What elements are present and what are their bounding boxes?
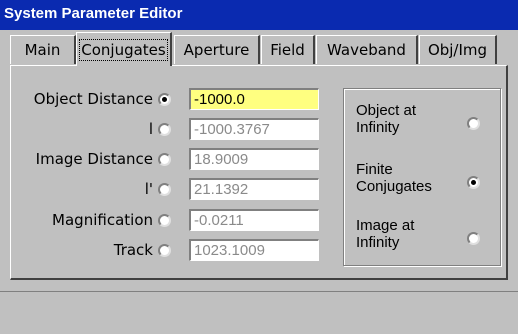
image-at-infinity-label: Image at Infinity (356, 217, 414, 251)
conjugate-options-group: Object at Infinity Finite Conjugates Ima… (343, 88, 501, 266)
l-prime-field[interactable]: 21.1392 (189, 178, 319, 200)
l-radio[interactable] (158, 123, 171, 136)
window-title: System Parameter Editor (4, 5, 183, 22)
l-label: l (148, 120, 153, 138)
object-at-infinity-line2: Infinity (356, 119, 400, 136)
tab-waveband[interactable]: Waveband (316, 35, 418, 64)
finite-conjugates-label: Finite Conjugates (356, 161, 432, 195)
status-bar (0, 291, 518, 334)
image-distance-field[interactable]: 18.9009 (189, 148, 319, 170)
l-prime-label: l' (144, 180, 153, 198)
finite-conjugates-line2: Conjugates (356, 178, 432, 195)
tab-obj-img[interactable]: Obj/Img (419, 35, 497, 64)
track-label: Track (113, 241, 153, 259)
track-radio[interactable] (158, 244, 171, 257)
l-prime-radio[interactable] (158, 183, 171, 196)
tab-conjugates[interactable]: Conjugates (76, 32, 172, 66)
tab-main[interactable]: Main (10, 35, 76, 64)
image-distance-radio[interactable] (158, 153, 171, 166)
tab-waveband-label: Waveband (327, 41, 406, 59)
track-field[interactable]: 1023.1009 (189, 239, 319, 261)
tab-field-label: Field (270, 41, 305, 59)
magnification-field[interactable]: -0.0211 (189, 209, 319, 231)
object-at-infinity-label: Object at Infinity (356, 102, 416, 136)
image-at-infinity-line1: Image at (356, 217, 415, 234)
image-at-infinity-radio[interactable] (467, 232, 480, 245)
image-at-infinity-line2: Infinity (356, 234, 400, 251)
finite-conjugates-radio[interactable] (467, 176, 480, 189)
image-distance-label: Image Distance (35, 150, 153, 168)
magnification-label: Magnification (52, 211, 153, 229)
object-at-infinity-line1: Object at (356, 102, 417, 119)
object-distance-field[interactable]: -1000.0 (189, 88, 319, 110)
tab-obj-img-label: Obj/Img (427, 41, 488, 59)
tab-conjugates-label: Conjugates (79, 38, 168, 61)
tab-aperture[interactable]: Aperture (174, 35, 260, 64)
tab-field[interactable]: Field (261, 35, 315, 64)
radio-selected-dot (162, 97, 167, 102)
object-distance-label: Object Distance (33, 90, 153, 108)
object-at-infinity-radio[interactable] (467, 117, 480, 130)
finite-conjugates-line1: Finite (356, 161, 393, 178)
tab-aperture-label: Aperture (183, 41, 250, 59)
radio-selected-dot (471, 180, 476, 185)
title-bar[interactable]: System Parameter Editor (0, 0, 518, 30)
tab-main-label: Main (24, 41, 61, 59)
tab-strip: Main Conjugates Aperture Field Waveband … (0, 32, 518, 66)
object-distance-radio[interactable] (158, 93, 171, 106)
magnification-radio[interactable] (158, 214, 171, 227)
l-field[interactable]: -1000.3767 (189, 118, 319, 140)
